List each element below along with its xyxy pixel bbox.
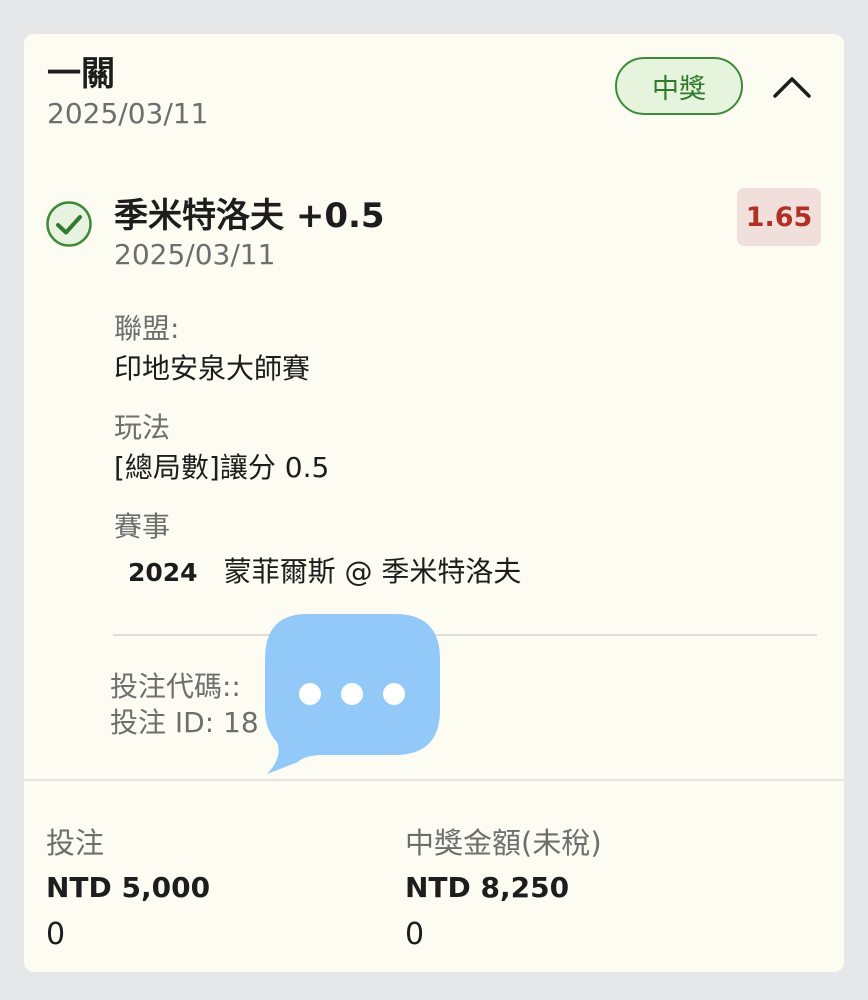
winnings-label: 中獎金額(未稅) (405, 826, 602, 860)
selection-name: 季米特洛夫 +0.5 (114, 196, 385, 236)
check-circle-icon (45, 200, 93, 248)
event-matchup: 蒙菲爾斯 @ 季米特洛夫 (223, 555, 522, 588)
market-value: [總局數]讓分 0.5 (114, 451, 330, 484)
stake-value: NTD 5,000 (46, 871, 211, 904)
bet-date: 2025/03/11 (47, 97, 209, 130)
chevron-up-icon[interactable] (770, 70, 814, 102)
bet-code-label: 投注代碼:: (110, 670, 241, 703)
odds-badge: 1.65 (737, 188, 821, 246)
winnings-value: NTD 8,250 (405, 871, 570, 904)
divider (113, 634, 817, 636)
league-label: 聯盟: (114, 312, 180, 345)
bet-id-label: 投注 ID: 18 (110, 706, 259, 739)
event-value: 2024 蒙菲爾斯 @ 季米特洛夫 (128, 554, 521, 591)
event-year: 2024 (128, 558, 198, 587)
market-label: 玩法 (114, 411, 171, 444)
status-badge-label: 中獎 (652, 73, 706, 105)
bet-type-title: 一關 (47, 54, 115, 94)
selection-date: 2025/03/11 (114, 238, 276, 271)
league-value: 印地安泉大師賽 (114, 352, 311, 385)
stake-extra-value: 0 (46, 917, 66, 952)
odds-value: 1.65 (745, 201, 813, 233)
chat-bubble-icon[interactable] (265, 612, 440, 777)
footer-divider (24, 779, 844, 781)
winnings-extra-value: 0 (405, 917, 425, 952)
bet-card: 一關 2025/03/11 中獎 季米特洛夫 +0.5 2025/03/11 1… (24, 34, 844, 972)
stake-label: 投注 (46, 826, 105, 860)
status-badge: 中獎 (615, 57, 743, 115)
event-label: 賽事 (114, 510, 171, 543)
